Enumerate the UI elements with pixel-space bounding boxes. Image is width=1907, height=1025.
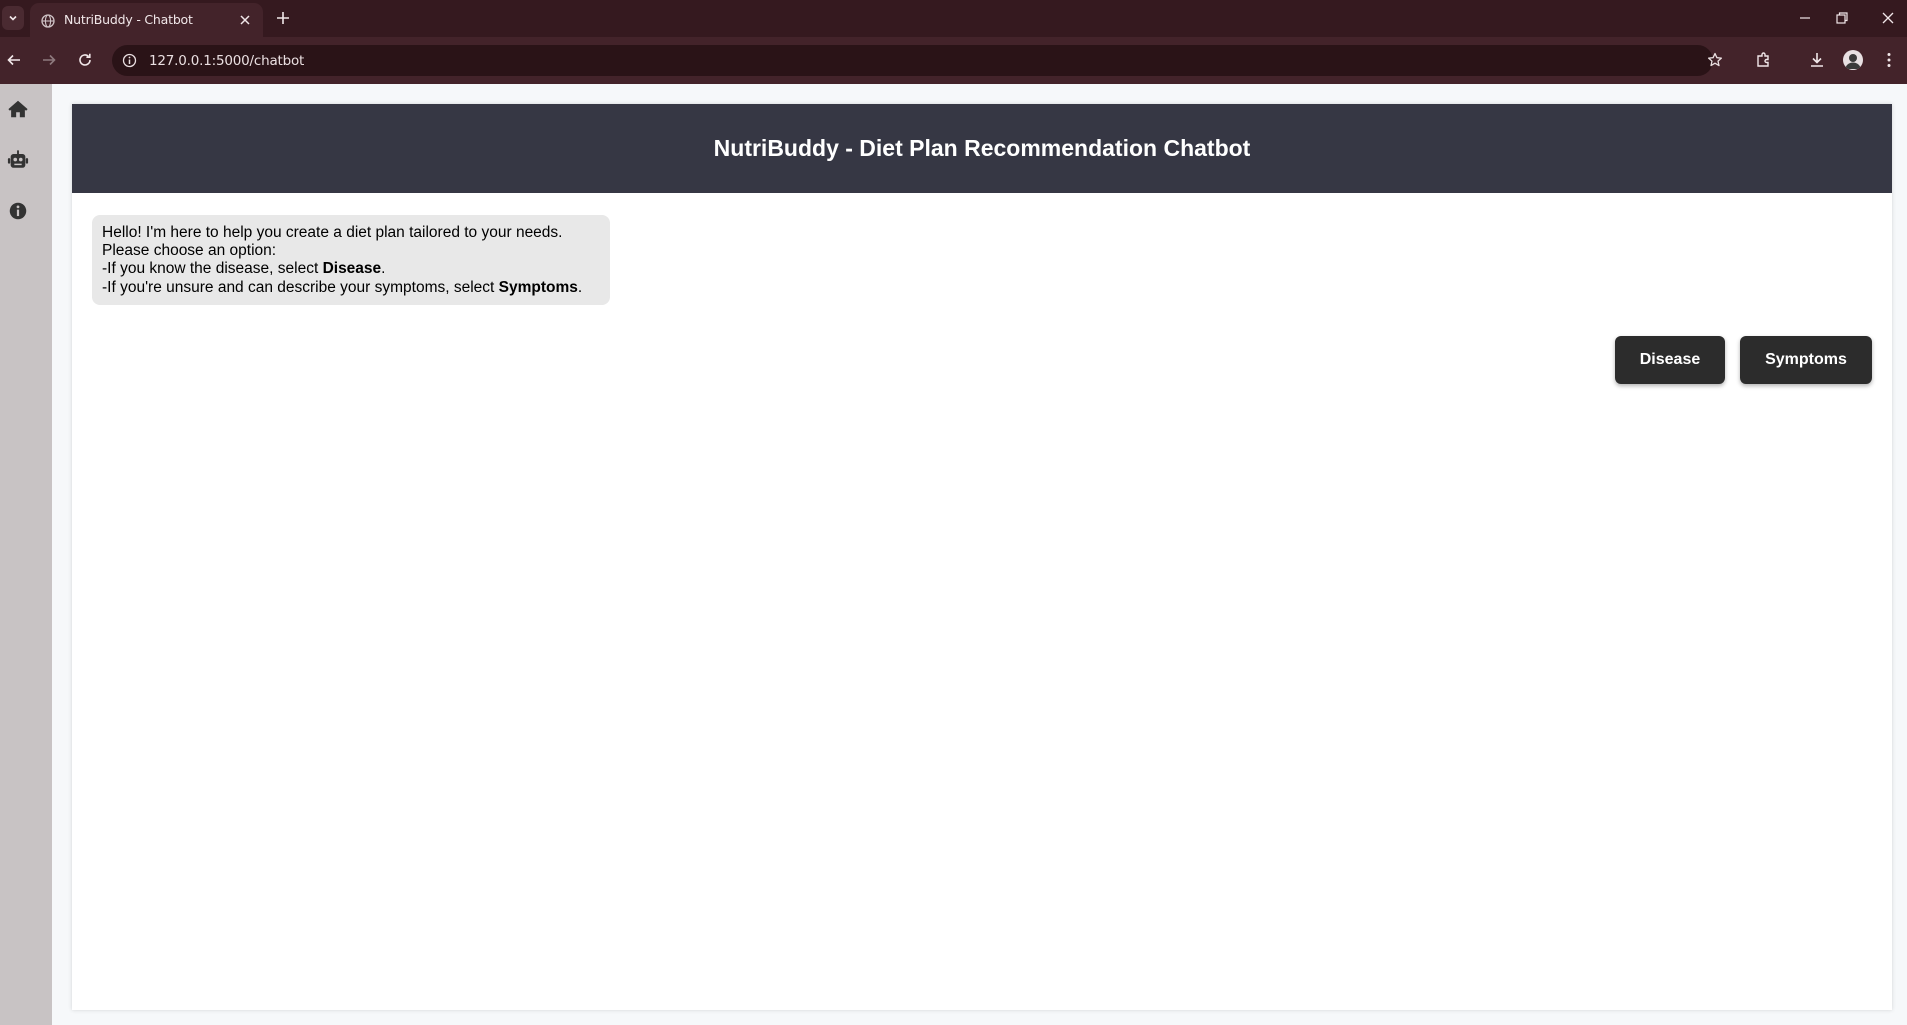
bot-message-keyword: Disease (322, 260, 382, 278)
site-info-icon[interactable] (122, 53, 137, 68)
bot-message-text: . (577, 278, 583, 296)
bot-message-bubble: Hello! I'm here to help you create a die… (92, 215, 610, 305)
bot-message-text: -If you know the disease, select (102, 260, 323, 278)
browser-tabstrip: NutriBuddy - Chatbot (0, 0, 1907, 37)
url-text: 127.0.0.1:5000/chatbot (149, 53, 305, 69)
info-icon[interactable] (7, 200, 29, 222)
profile-avatar[interactable] (1843, 50, 1863, 70)
extensions-icon[interactable] (1755, 51, 1773, 69)
chatbot-container: NutriBuddy - Diet Plan Recommendation Ch… (72, 104, 1892, 1010)
bot-message-line: Hello! I'm here to help you create a die… (102, 224, 563, 241)
app-sidebar (0, 84, 52, 1025)
chevron-down-icon (9, 15, 17, 21)
bot-message-line: -If you know the disease, select Disease… (102, 260, 599, 278)
bot-message-line: Please choose an option: (102, 242, 277, 260)
disease-button[interactable]: Disease (1615, 336, 1725, 384)
address-bar[interactable]: 127.0.0.1:5000/chatbot (112, 45, 1723, 76)
window-close-icon[interactable] (1881, 11, 1895, 25)
browser-toolbar: 127.0.0.1:5000/chatbot (0, 37, 1907, 84)
bookmark-star-icon[interactable] (1707, 52, 1723, 68)
browser-tab[interactable]: NutriBuddy - Chatbot (30, 3, 263, 37)
forward-arrow-icon[interactable] (41, 52, 57, 68)
bot-message-line: -If you're unsure and can describe your … (102, 279, 599, 297)
globe-icon (41, 14, 55, 28)
back-arrow-icon[interactable] (6, 52, 22, 68)
close-icon[interactable] (238, 13, 252, 27)
home-icon[interactable] (7, 98, 29, 120)
symptoms-button[interactable]: Symptoms (1740, 336, 1872, 384)
bot-message-text: . (381, 260, 386, 278)
page-title: NutriBuddy - Diet Plan Recommendation Ch… (713, 135, 1251, 161)
minimize-icon[interactable] (1798, 11, 1812, 25)
tab-search-button[interactable] (2, 6, 24, 30)
profile-icon (1845, 54, 1861, 69)
new-tab-icon[interactable] (276, 11, 290, 25)
more-menu-icon[interactable] (1880, 51, 1898, 69)
reload-icon[interactable] (77, 52, 93, 68)
bot-message-keyword: Symptoms (498, 278, 578, 296)
restore-icon[interactable] (1835, 11, 1849, 25)
download-icon[interactable] (1808, 51, 1826, 69)
chat-header: NutriBuddy - Diet Plan Recommendation Ch… (72, 104, 1892, 193)
bot-message-text: -If you're unsure and can describe your … (102, 278, 499, 296)
robot-icon[interactable] (7, 149, 29, 171)
tab-title: NutriBuddy - Chatbot (64, 12, 193, 27)
